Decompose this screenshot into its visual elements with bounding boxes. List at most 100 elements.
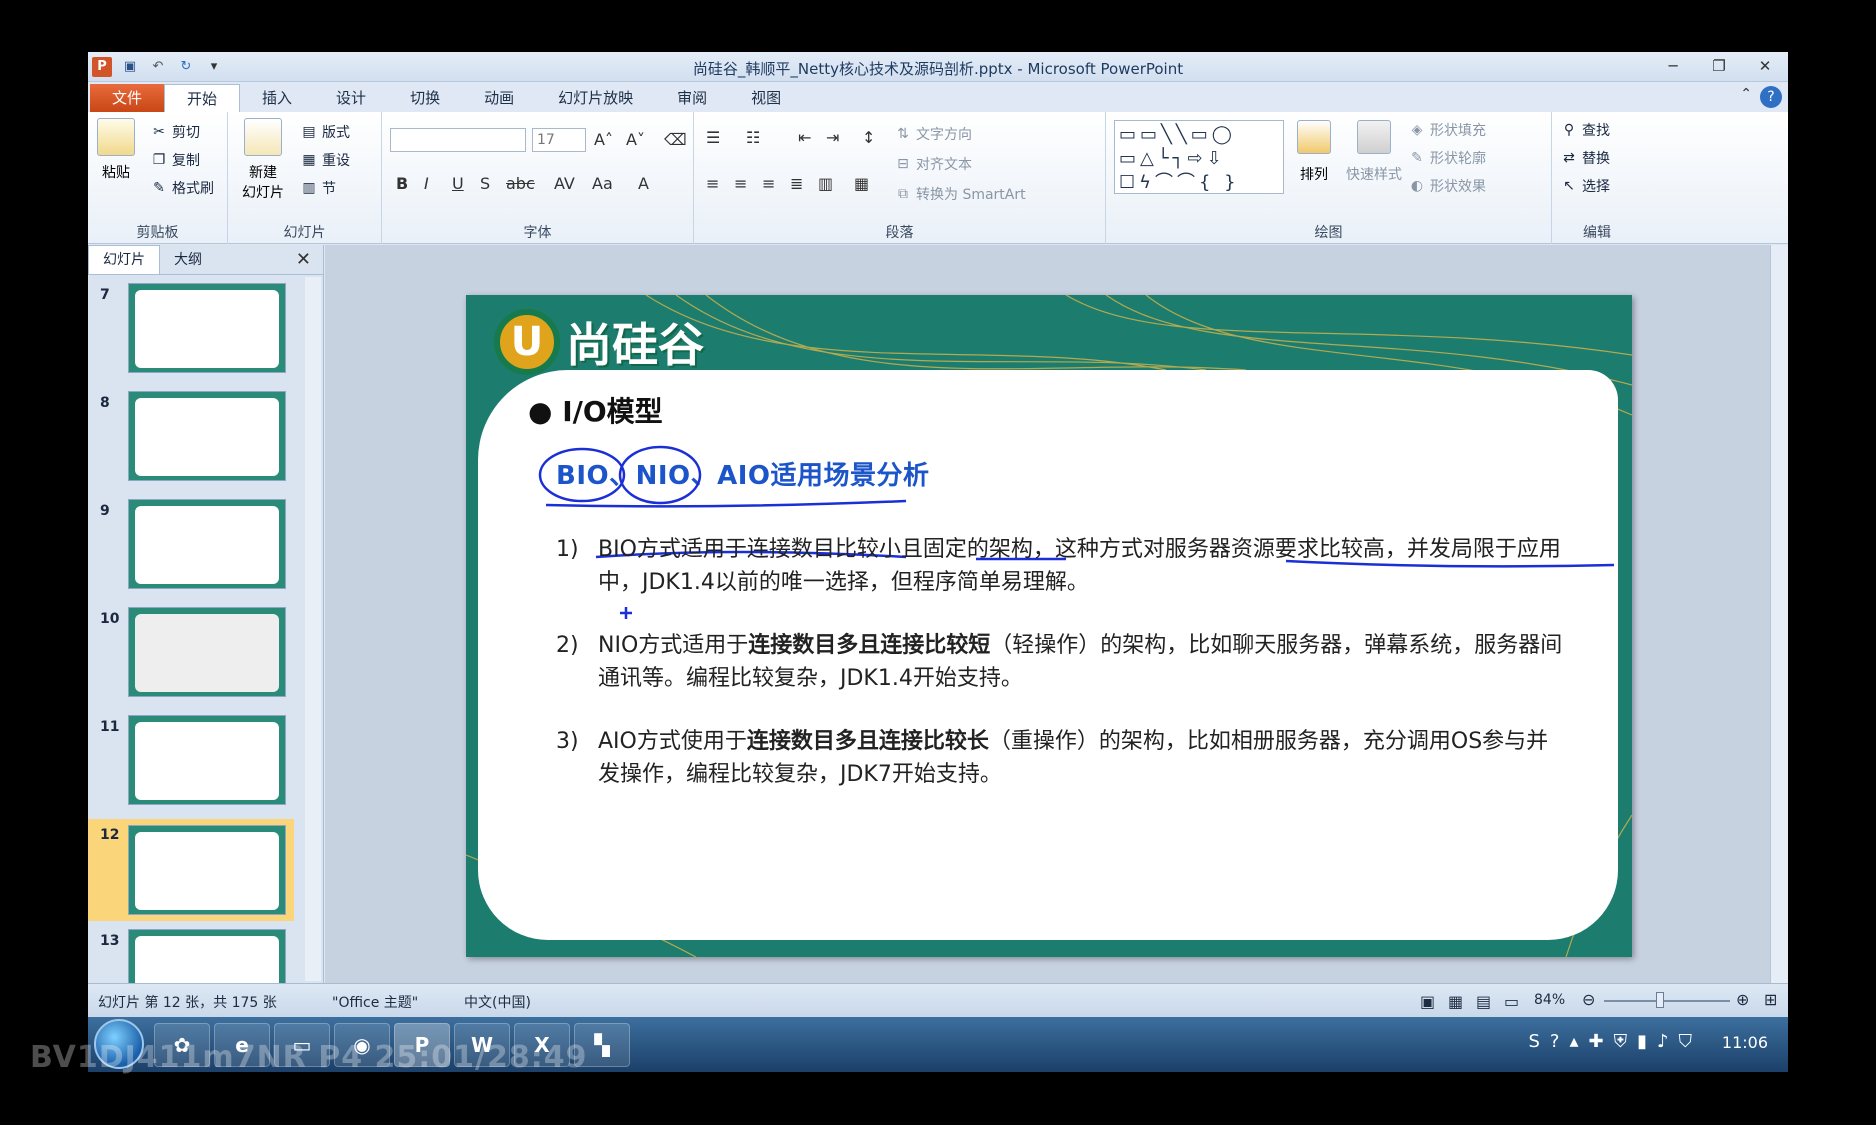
minimize-button[interactable]: ─ xyxy=(1660,54,1686,78)
convert-smartart-button[interactable]: ⧉ 转换为 SmartArt xyxy=(894,184,1026,204)
tab-outline[interactable]: 大纲 xyxy=(160,246,216,274)
shrink-font-icon[interactable]: A˅ xyxy=(626,130,645,149)
close-button[interactable]: ✕ xyxy=(1752,54,1778,78)
tab-view[interactable]: 视图 xyxy=(729,84,803,112)
numbering-icon[interactable]: ☷ xyxy=(746,128,760,147)
thumbnail-11[interactable]: 11 xyxy=(88,715,294,815)
logo-text: 尚硅谷 xyxy=(566,318,704,372)
layout-button[interactable]: ▤ 版式 xyxy=(300,122,350,142)
format-painter-label: 格式刷 xyxy=(172,181,214,197)
current-slide[interactable]: U 尚硅谷 ● I/O模型 BIO、NIO、AIO适用场景分析 1) BIO方式… xyxy=(466,295,1632,957)
reading-view-icon[interactable]: ▤ xyxy=(1476,992,1491,1011)
tab-review[interactable]: 审阅 xyxy=(655,84,729,112)
line-spacing-icon[interactable]: ↕ xyxy=(862,128,875,147)
zoom-slider[interactable] xyxy=(1604,1000,1730,1002)
fit-to-window-icon[interactable]: ⊞ xyxy=(1764,990,1777,1009)
zoom-slider-thumb[interactable] xyxy=(1656,992,1664,1008)
text-direction-button[interactable]: ⇅ 文字方向 xyxy=(894,124,972,144)
bullet-item-1[interactable]: 1) BIO方式适用于连接数目比较小且固定的架构，这种方式对服务器资源要求比较高… xyxy=(556,533,1566,599)
strikethrough-icon[interactable]: abc xyxy=(506,174,535,193)
tab-slideshow[interactable]: 幻灯片放映 xyxy=(536,84,655,112)
network-icon[interactable]: ▮ xyxy=(1637,1031,1647,1052)
change-case-icon[interactable]: Aa xyxy=(592,174,613,193)
align-text-button[interactable]: ⊟ 对齐文本 xyxy=(894,154,972,174)
quick-styles-button[interactable]: 快速样式 xyxy=(1342,120,1406,184)
bullets-icon[interactable]: ☰ xyxy=(706,128,720,147)
shapes-gallery[interactable]: ▭▭╲╲▭◯ ▭△└┐⇨⇩ ☐ϟ⌒⌒{ } xyxy=(1114,120,1284,194)
bullet-item-3[interactable]: 3) AIO方式使用于连接数目多且连接比较长（重操作）的架构，比如相册服务器，充… xyxy=(556,725,1566,791)
restore-button[interactable]: ❐ xyxy=(1706,54,1732,78)
theme-status[interactable]: "Office 主题" xyxy=(332,992,418,1012)
columns-icon[interactable]: ▦ xyxy=(854,174,869,193)
normal-view-icon[interactable]: ▣ xyxy=(1420,992,1435,1011)
section-button[interactable]: ▥ 节 xyxy=(300,178,336,198)
select-button[interactable]: ↖ 选择 xyxy=(1560,176,1610,196)
font-color-icon[interactable]: A xyxy=(638,174,649,193)
underline-icon[interactable]: U xyxy=(452,174,464,193)
font-name-select[interactable] xyxy=(390,128,526,152)
slide-subtitle[interactable]: BIO、NIO、AIO适用场景分析 xyxy=(556,455,930,492)
slide-sorter-icon[interactable]: ▦ xyxy=(1448,992,1463,1011)
item-text-bold: 连接数目多且连接比较长 xyxy=(746,729,989,754)
paste-button[interactable]: 粘贴 xyxy=(96,118,136,182)
new-slide-button[interactable]: 新建 幻灯片 xyxy=(236,118,290,202)
help-icon[interactable]: ? xyxy=(1760,86,1782,108)
zoom-in-icon[interactable]: ⊕ xyxy=(1736,990,1749,1009)
volume-icon[interactable]: ♪ xyxy=(1657,1031,1669,1052)
thumbnail-8[interactable]: 8 xyxy=(88,391,294,491)
slide-title[interactable]: ● I/O模型 xyxy=(528,390,663,430)
italic-icon[interactable]: I xyxy=(424,174,429,193)
tab-home[interactable]: 开始 xyxy=(164,84,241,112)
align-left-icon[interactable]: ≡ xyxy=(706,174,719,193)
replace-button[interactable]: ⇄ 替换 xyxy=(1560,148,1610,168)
tab-design[interactable]: 设计 xyxy=(314,84,388,112)
shape-effects-button[interactable]: ◐ 形状效果 xyxy=(1408,176,1486,196)
decrease-indent-icon[interactable]: ⇤ xyxy=(798,128,811,147)
tab-transitions[interactable]: 切换 xyxy=(388,84,462,112)
shield-icon[interactable]: ⛉ xyxy=(1679,1031,1693,1052)
thumbnail-9[interactable]: 9 xyxy=(88,499,294,599)
clock[interactable]: 11:06 xyxy=(1722,1033,1768,1052)
sogou-icon[interactable]: S xyxy=(1528,1031,1539,1052)
close-pane-icon[interactable]: ✕ xyxy=(296,249,311,270)
justify-icon[interactable]: ≣ xyxy=(790,174,803,193)
tab-animations[interactable]: 动画 xyxy=(462,84,536,112)
thumbnail-scrollbar[interactable] xyxy=(305,277,321,981)
shadow-icon[interactable]: S xyxy=(480,174,490,193)
thumbnail-10[interactable]: 10 xyxy=(88,607,294,707)
char-spacing-icon[interactable]: AV xyxy=(554,174,575,193)
increase-indent-icon[interactable]: ⇥ xyxy=(826,128,839,147)
align-right-icon[interactable]: ≡ xyxy=(762,174,775,193)
shape-outline-button[interactable]: ✎ 形状轮廓 xyxy=(1408,148,1486,168)
tray-app-icon[interactable]: ✚ xyxy=(1589,1031,1604,1052)
font-size-select[interactable]: 17 xyxy=(532,128,586,152)
zoom-level[interactable]: 84% xyxy=(1534,992,1565,1008)
tab-insert[interactable]: 插入 xyxy=(240,84,314,112)
distributed-icon[interactable]: ▥ xyxy=(818,174,833,193)
thumbnail-12[interactable]: 12 xyxy=(88,819,294,921)
tray-security-icon[interactable]: ⛨ xyxy=(1614,1031,1628,1052)
cut-button[interactable]: ✂ 剪切 xyxy=(150,122,200,142)
format-painter-button[interactable]: ✎ 格式刷 xyxy=(150,178,214,198)
tab-slides[interactable]: 幻灯片 xyxy=(88,245,160,274)
copy-button[interactable]: ❐ 复制 xyxy=(150,150,200,170)
vertical-scrollbar[interactable] xyxy=(1770,245,1788,983)
slideshow-view-icon[interactable]: ▭ xyxy=(1504,992,1519,1011)
shape-fill-button[interactable]: ◈ 形状填充 xyxy=(1408,120,1486,140)
clear-formatting-icon[interactable]: ⌫ xyxy=(664,130,687,149)
zoom-out-icon[interactable]: ⊖ xyxy=(1582,990,1595,1009)
bold-icon[interactable]: B xyxy=(396,174,408,193)
bullet-item-2[interactable]: 2) NIO方式适用于连接数目多且连接比较短（轻操作）的架构，比如聊天服务器，弹… xyxy=(556,629,1566,695)
grow-font-icon[interactable]: A˄ xyxy=(594,130,613,149)
ribbon-collapse-icon[interactable]: ⌃ xyxy=(1740,86,1752,102)
find-button[interactable]: ⚲ 查找 xyxy=(1560,120,1610,140)
reset-button[interactable]: ▦ 重设 xyxy=(300,150,350,170)
align-center-icon[interactable]: ≡ xyxy=(734,174,747,193)
arrange-button[interactable]: 排列 xyxy=(1292,120,1336,184)
help-tray-icon[interactable]: ? xyxy=(1550,1031,1560,1052)
tray-expand-icon[interactable]: ▴ xyxy=(1569,1031,1578,1052)
language-status[interactable]: 中文(中国) xyxy=(464,992,531,1012)
thumbnail-13[interactable]: 13 xyxy=(88,929,294,983)
tab-file[interactable]: 文件 xyxy=(90,84,165,112)
thumbnail-7[interactable]: 7 xyxy=(88,283,294,383)
